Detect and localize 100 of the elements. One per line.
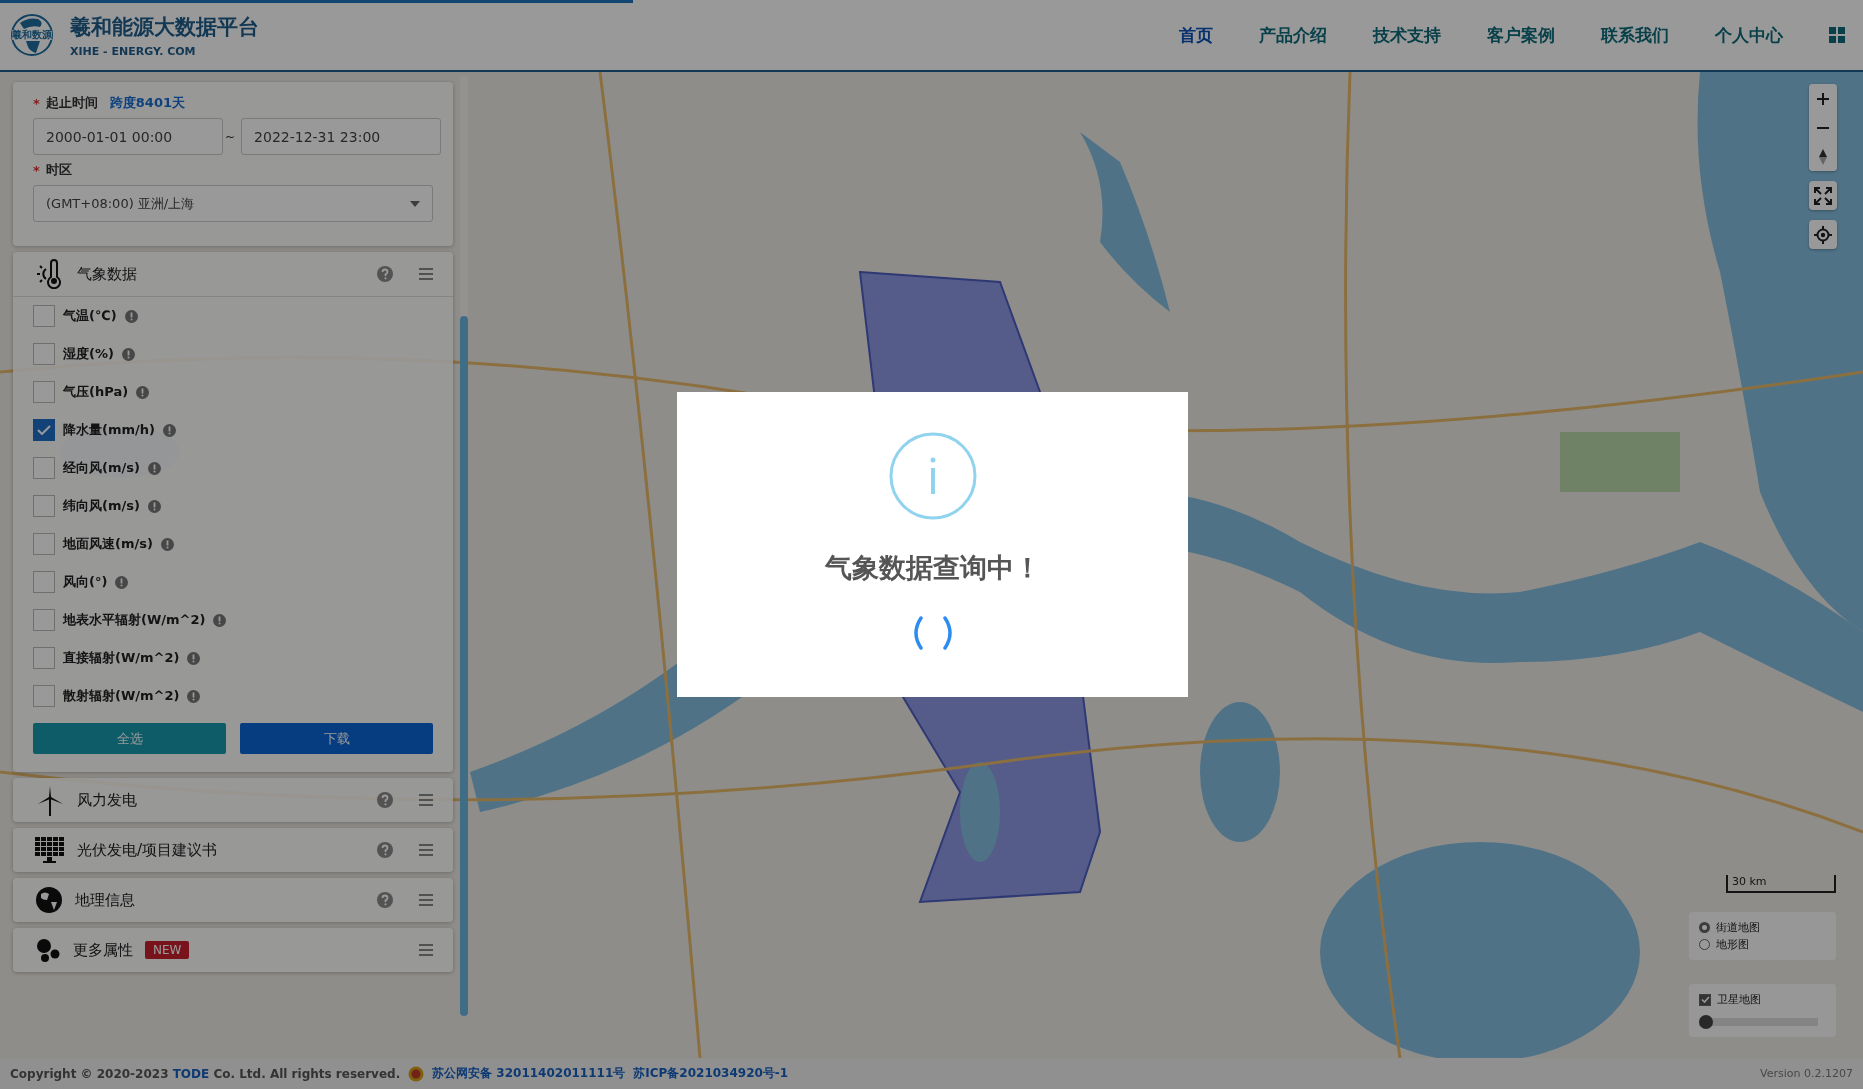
checkbox[interactable] (33, 647, 55, 669)
nav-link[interactable]: 客户案例 (1487, 23, 1555, 47)
icp-record-link[interactable]: 苏ICP备2021034920号-1 (633, 1065, 789, 1082)
info-icon[interactable] (147, 461, 161, 475)
info-icon[interactable] (121, 347, 135, 361)
section-header[interactable]: 气象数据 (13, 252, 453, 297)
required-mark: * (33, 162, 40, 178)
nav-link[interactable]: 联系我们 (1601, 23, 1669, 47)
menu-icon[interactable] (419, 268, 433, 280)
range-separator: ~ (225, 129, 236, 144)
select-all-button[interactable]: 全选 (33, 723, 226, 754)
zoom-in-button[interactable] (1809, 84, 1837, 113)
variable-label: 风向(°) (63, 573, 108, 591)
checkbox[interactable] (1699, 993, 1711, 1006)
scale-bar: 30 km (1726, 875, 1836, 893)
info-icon[interactable] (115, 575, 129, 589)
info-icon[interactable] (187, 689, 201, 703)
info-icon (888, 432, 977, 520)
variable-label: 湿度(%) (63, 345, 114, 363)
section-title: 风力发电 (77, 790, 137, 810)
help-icon[interactable] (377, 266, 393, 282)
field-label: 时区 (45, 161, 72, 179)
checkmark-icon (37, 425, 51, 435)
info-icon[interactable] (124, 309, 138, 323)
span-text: 跨度8401天 (109, 94, 185, 112)
info-icon[interactable] (147, 499, 161, 513)
nav-link[interactable]: 产品介绍 (1259, 23, 1327, 47)
variable-label: 直接辐射(W/m^2) (63, 649, 180, 667)
variable-label: 地面风速(m/s) (63, 535, 153, 553)
layer-label: 街道地图 (1716, 920, 1760, 935)
section-title: 光伏发电/项目建议书 (77, 840, 218, 860)
checkbox[interactable] (33, 533, 55, 555)
section-header[interactable]: 风力发电 (13, 778, 453, 822)
locate-icon (1814, 225, 1832, 244)
layer-label: 卫星地图 (1717, 992, 1761, 1007)
info-icon[interactable] (187, 651, 201, 665)
slider-thumb[interactable] (1699, 1015, 1713, 1029)
checkbox[interactable] (33, 381, 55, 403)
plus-icon (1817, 92, 1829, 105)
dots-icon (35, 937, 61, 963)
globe-logo-icon (10, 13, 54, 57)
help-icon[interactable] (377, 842, 393, 858)
variable-label: 降水量(mm/h) (63, 421, 155, 439)
variable-label: 散射辐射(W/m^2) (63, 687, 180, 705)
nav-link[interactable]: 技术支持 (1373, 23, 1441, 47)
checkbox[interactable] (33, 571, 55, 593)
nav-link[interactable]: 个人中心 (1715, 23, 1783, 47)
variable-label: 经向风(m/s) (63, 459, 140, 477)
variable-label: 地表水平辐射(W/m^2) (63, 611, 206, 629)
fullscreen-icon (1814, 186, 1832, 205)
menu-icon[interactable] (419, 944, 433, 956)
security-record-link[interactable]: 苏公网安备 32011402011111号 (432, 1065, 626, 1082)
globe-icon (35, 886, 63, 914)
end-date-field[interactable]: 2022-12-31 23:00 (241, 118, 442, 155)
checkbox[interactable] (33, 609, 55, 631)
section-header[interactable]: 光伏发电/项目建议书 (13, 828, 453, 872)
help-icon[interactable] (377, 892, 393, 908)
menu-icon[interactable] (419, 894, 433, 906)
checkbox[interactable] (33, 419, 55, 441)
field-label: 起止时间 (45, 94, 98, 112)
info-icon[interactable] (160, 537, 174, 551)
company-link[interactable]: TODE (172, 1066, 210, 1081)
menu-icon[interactable] (419, 844, 433, 856)
site-title: 羲和能源大数据平台 (70, 13, 259, 41)
checkbox[interactable] (33, 495, 55, 517)
variable-label: 气温(℃) (63, 307, 117, 325)
compass-button[interactable] (1809, 142, 1837, 171)
solar-panel-icon (35, 837, 65, 863)
emblem-icon (408, 1065, 425, 1082)
dialog-title: 气象数据查询中！ (824, 551, 1041, 585)
required-mark: * (33, 95, 40, 111)
section-title: 气象数据 (77, 264, 137, 284)
checkbox[interactable] (33, 685, 55, 707)
dropdown-caret-icon (410, 200, 420, 207)
section-header[interactable]: 地理信息 (13, 878, 453, 922)
copyright-text: Copyright © 2020-2023 TODE Co. Ltd. All rights reserved. (10, 1066, 401, 1081)
grid-menu-icon[interactable] (1829, 27, 1845, 43)
checkbox[interactable] (33, 305, 55, 327)
menu-icon[interactable] (419, 794, 433, 806)
nav-link[interactable]: 首页 (1179, 23, 1213, 47)
start-date-field[interactable]: 2000-01-01 00:00 (33, 118, 223, 155)
info-icon[interactable] (163, 423, 176, 437)
radio-button[interactable] (1699, 939, 1710, 950)
new-badge: NEW (145, 941, 190, 959)
variable-label: 纬向风(m/s) (63, 497, 140, 515)
fullscreen-button[interactable] (1809, 181, 1837, 210)
section-header[interactable]: 更多属性 NEW (13, 928, 453, 972)
info-icon[interactable] (213, 613, 227, 627)
timezone-select[interactable]: (GMT+08:00) 亚洲/上海 (33, 185, 433, 222)
locate-button[interactable] (1809, 220, 1837, 249)
download-button[interactable]: 下载 (240, 723, 433, 754)
checkbox[interactable] (33, 343, 55, 365)
site-subtitle: XIHE - ENERGY. COM (70, 44, 197, 58)
version-text: Version 0.2.1207 (1760, 1067, 1853, 1080)
compass-icon (1819, 148, 1827, 165)
layer-label: 地形图 (1716, 937, 1749, 952)
radio-button[interactable] (1699, 922, 1710, 933)
info-icon[interactable] (136, 385, 150, 399)
help-icon[interactable] (377, 792, 393, 808)
checkbox[interactable] (33, 457, 55, 479)
